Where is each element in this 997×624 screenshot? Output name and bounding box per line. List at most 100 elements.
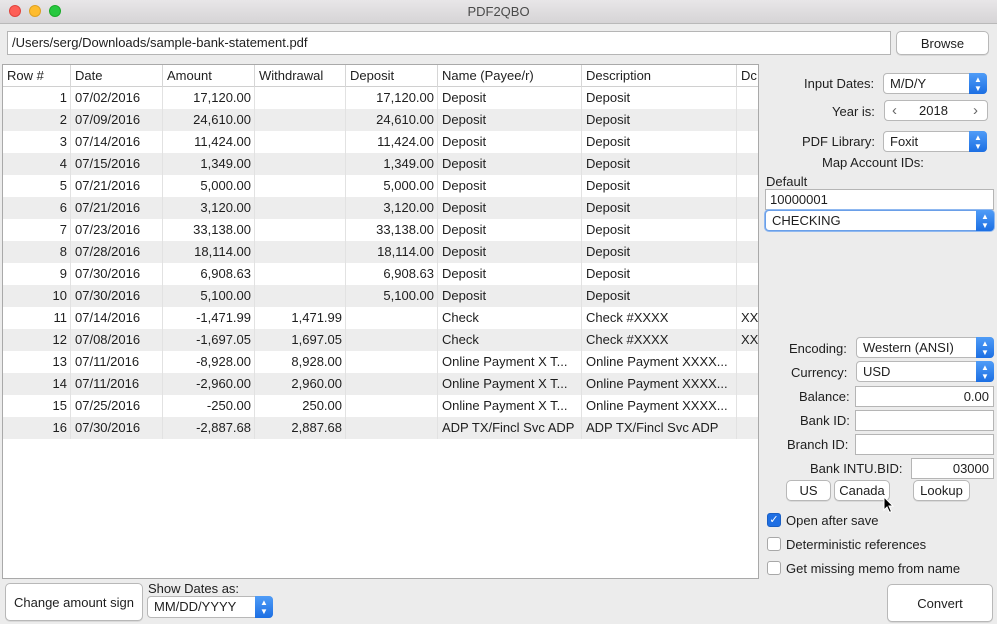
lookup-button[interactable]: Lookup	[913, 480, 970, 501]
cell-deposit	[346, 417, 438, 439]
cell-doc	[737, 285, 758, 307]
cell-payee-name: Online Payment X T...	[442, 376, 568, 391]
cell-deposit	[346, 395, 438, 417]
cell-payee-name: Deposit	[442, 200, 487, 215]
cell-doc	[737, 417, 758, 439]
deterministic-references-label: Deterministic references	[786, 537, 927, 552]
cell-row-number: 1	[59, 90, 67, 105]
account-type-select[interactable]: CHECKING ▲ ▼	[765, 210, 994, 231]
table-row[interactable]: 8 07/28/2016 18,114.00 18,114.00 Deposit Depo…	[3, 241, 758, 263]
cell-date: 07/15/2016	[75, 156, 141, 171]
input-dates-select[interactable]: M/D/Y ▲ ▼	[883, 73, 987, 94]
cell-withdrawal	[255, 175, 346, 197]
table-row[interactable]: 16 07/30/2016 -2,887.68 2,887.68 ADP TX/Finc…	[3, 417, 758, 439]
cell-description: Online Payment XXXX...	[586, 376, 728, 391]
column-header-amount[interactable]: Amount	[163, 65, 255, 87]
cell-deposit: 5,000.00	[383, 178, 434, 193]
branch-id-input[interactable]	[855, 434, 994, 455]
cell-amount: 33,138.00	[193, 222, 251, 237]
cell-withdrawal: 8,928.00	[291, 354, 342, 369]
column-header-date[interactable]: Date	[71, 65, 163, 87]
change-amount-sign-button[interactable]: Change amount sign	[5, 583, 143, 621]
cell-date: 07/08/2016	[75, 332, 141, 347]
cell-doc	[737, 131, 758, 153]
column-header-withdrawal[interactable]: Withdrawal	[255, 65, 346, 87]
bank-intu-bid-input[interactable]: 03000	[911, 458, 994, 479]
table-header: Row # Date Amount Withdrawal Deposit Name (Pa…	[3, 65, 758, 87]
show-dates-value: MM/DD/YYYY	[154, 599, 237, 614]
column-header-doc[interactable]: Dc	[737, 65, 758, 87]
cell-row-number: 16	[52, 420, 67, 435]
canada-button[interactable]: Canada	[834, 480, 890, 501]
missing-memo-checkbox[interactable]	[767, 561, 781, 575]
cell-doc	[737, 241, 758, 263]
column-header-deposit[interactable]: Deposit	[346, 65, 438, 87]
table-row[interactable]: 5 07/21/2016 5,000.00 5,000.00 Deposit Deposi…	[3, 175, 758, 197]
cell-payee-name: Deposit	[442, 266, 487, 281]
show-dates-select[interactable]: MM/DD/YYYY ▲ ▼	[147, 596, 273, 618]
cell-amount: 1,349.00	[200, 156, 251, 171]
table-row[interactable]: 7 07/23/2016 33,138.00 33,138.00 Deposit Depo…	[3, 219, 758, 241]
cell-row-number: 10	[52, 288, 67, 303]
bank-id-input[interactable]	[855, 410, 994, 431]
cell-withdrawal: 250.00	[302, 398, 342, 413]
pdf-library-select[interactable]: Foxit ▲ ▼	[883, 131, 987, 152]
table-row[interactable]: 11 07/14/2016 -1,471.99 1,471.99 Check Check …	[3, 307, 759, 329]
cell-deposit: 6,908.63	[383, 266, 434, 281]
column-header-payee-name[interactable]: Name (Payee/r)	[438, 65, 582, 87]
table-row[interactable]: 3 07/14/2016 11,424.00 11,424.00 Deposit Depo…	[3, 131, 758, 153]
cell-description: Deposit	[586, 222, 631, 237]
cell-date: 07/30/2016	[75, 420, 141, 435]
cell-row-number: 6	[59, 200, 67, 215]
cell-deposit: 1,349.00	[383, 156, 434, 171]
cell-date: 07/09/2016	[75, 112, 141, 127]
cell-doc: XX	[741, 332, 759, 347]
transactions-table[interactable]: Row # Date Amount Withdrawal Deposit Name (Pa…	[2, 64, 759, 579]
pdf-library-value: Foxit	[890, 134, 919, 149]
cell-payee-name: Deposit	[442, 90, 487, 105]
cell-withdrawal	[255, 87, 346, 109]
cell-deposit	[346, 351, 438, 373]
table-row[interactable]: 12 07/08/2016 -1,697.05 1,697.05 Check Check …	[3, 329, 759, 351]
chevron-right-icon[interactable]: ›	[973, 102, 978, 119]
browse-button[interactable]: Browse	[896, 31, 989, 55]
cell-date: 07/11/2016	[75, 376, 140, 391]
table-row[interactable]: 15 07/25/2016 -250.00 250.00 Online Payment …	[3, 395, 758, 417]
column-header-description[interactable]: Description	[582, 65, 737, 87]
encoding-value: Western (ANSI)	[863, 340, 954, 355]
chevron-left-icon[interactable]: ‹	[892, 102, 897, 119]
cell-amount: -8,928.00	[196, 354, 251, 369]
cell-payee-name: Deposit	[442, 222, 487, 237]
cell-payee-name: Deposit	[442, 288, 487, 303]
convert-button[interactable]: Convert	[887, 584, 993, 622]
cell-payee-name: Deposit	[442, 156, 487, 171]
cell-payee-name: Check	[442, 310, 479, 325]
us-button[interactable]: US	[786, 480, 831, 501]
table-row[interactable]: 6 07/21/2016 3,120.00 3,120.00 Deposit Deposi…	[3, 197, 758, 219]
balance-input[interactable]: 0.00	[855, 386, 994, 407]
table-row[interactable]: 14 07/11/2016 -2,960.00 2,960.00 Online Paym…	[3, 373, 758, 395]
cell-amount: 11,424.00	[194, 134, 251, 149]
table-row[interactable]: 4 07/15/2016 1,349.00 1,349.00 Deposit Deposi…	[3, 153, 758, 175]
chevron-updown-icon: ▲ ▼	[969, 131, 987, 152]
balance-label: Balance:	[799, 389, 850, 404]
table-row[interactable]: 9 07/30/2016 6,908.63 6,908.63 Deposit Deposi…	[3, 263, 758, 285]
cell-row-number: 9	[59, 266, 67, 281]
table-row[interactable]: 13 07/11/2016 -8,928.00 8,928.00 Online Paym…	[3, 351, 758, 373]
file-path-input[interactable]: /Users/serg/Downloads/sample-bank-statem…	[7, 31, 891, 55]
cell-doc	[737, 373, 758, 395]
account-id-input[interactable]: 10000001	[765, 189, 994, 210]
table-row[interactable]: 10 07/30/2016 5,100.00 5,100.00 Deposit Depos…	[3, 285, 758, 307]
year-value: 2018	[919, 103, 948, 118]
deterministic-references-checkbox[interactable]	[767, 537, 781, 551]
column-header-row-number[interactable]: Row #	[3, 65, 71, 87]
currency-select[interactable]: USD ▲ ▼	[856, 361, 994, 382]
cell-amount: -250.00	[206, 398, 251, 413]
table-row[interactable]: 2 07/09/2016 24,610.00 24,610.00 Deposit Depo…	[3, 109, 758, 131]
year-stepper[interactable]: ‹ 2018 ›	[884, 100, 988, 121]
encoding-select[interactable]: Western (ANSI) ▲ ▼	[856, 337, 994, 358]
mouse-cursor-icon	[883, 496, 895, 514]
cell-withdrawal	[255, 197, 346, 219]
open-after-save-checkbox[interactable]: ✓	[767, 513, 781, 527]
table-row[interactable]: 1 07/02/2016 17,120.00 17,120.00 Deposit Depo…	[3, 87, 758, 109]
